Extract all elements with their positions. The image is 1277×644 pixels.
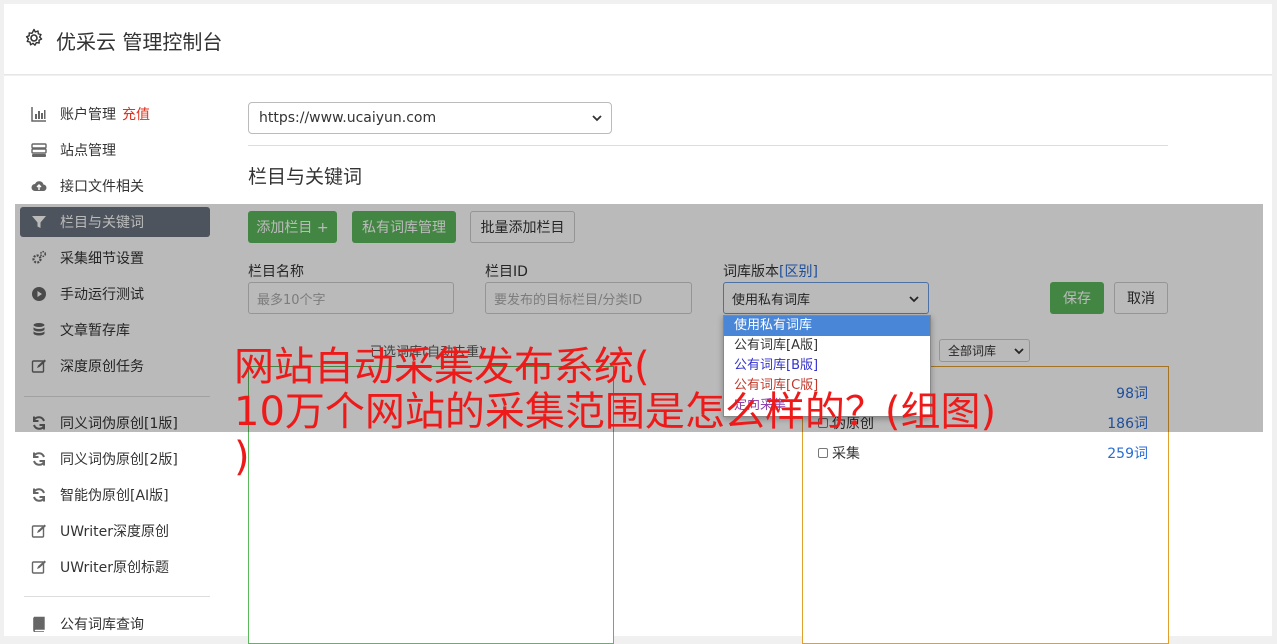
sidebar-item-uwriter-deep[interactable]: UWriter深度原创 (20, 516, 210, 546)
header-bar: 优采云 管理控制台 (4, 4, 1272, 75)
bar-chart-icon (31, 106, 47, 122)
book-icon (31, 616, 47, 632)
refresh-icon (31, 487, 47, 503)
recharge-link[interactable]: 充值 (122, 104, 150, 124)
keyword-count: 259词 (1107, 446, 1148, 462)
chevron-down-icon (592, 115, 602, 122)
edit-icon (31, 523, 47, 539)
banner-line-3: ) (234, 434, 250, 480)
edit-icon (31, 559, 47, 575)
app-title: 优采云 管理控制台 (56, 30, 223, 54)
overlay-banner: 网站自动采集发布系统( 10万个网站的采集范围是怎么样的？(组图) ) (234, 345, 1054, 480)
divider (248, 145, 1168, 146)
site-select[interactable]: https://www.ucaiyun.com (248, 102, 612, 134)
gear-icon (25, 28, 43, 46)
sidebar-divider (24, 596, 210, 597)
sidebar-item-label: 公有词库查询 (60, 617, 144, 633)
sidebar-item-label: 同义词伪原创[2版] (60, 452, 178, 468)
server-icon (31, 142, 47, 158)
sidebar-item-label: 接口文件相关 (60, 179, 144, 195)
sidebar-item-label: 智能伪原创[AI版] (60, 488, 169, 504)
sidebar-item-label: UWriter原创标题 (60, 560, 169, 576)
sidebar-item-ai-rewrite[interactable]: 智能伪原创[AI版] (20, 480, 210, 510)
sidebar-item-uwriter-title[interactable]: UWriter原创标题 (20, 552, 210, 582)
banner-line-2: 10万个网站的采集范围是怎么样的？(组图) (234, 389, 997, 435)
refresh-icon (31, 451, 47, 467)
sidebar-item-account[interactable]: 账户管理 充值 (20, 99, 210, 129)
cloud-upload-icon (31, 178, 47, 194)
sidebar-item-label: UWriter深度原创 (60, 524, 169, 540)
sidebar-item-label: 站点管理 (60, 143, 116, 159)
sidebar-item-label: 账户管理 (60, 107, 116, 123)
sidebar-item-sites[interactable]: 站点管理 (20, 135, 210, 165)
banner-line-1: 网站自动采集发布系统( (234, 344, 650, 390)
site-select-value: https://www.ucaiyun.com (259, 110, 437, 126)
sidebar-item-public-lib[interactable]: 公有词库查询 (20, 609, 210, 639)
sidebar-item-interface[interactable]: 接口文件相关 (20, 171, 210, 201)
section-title: 栏目与关键词 (248, 166, 363, 188)
dropdown-option-private[interactable]: 使用私有词库 (724, 316, 930, 336)
sidebar-item-synonym-v2[interactable]: 同义词伪原创[2版] (20, 444, 210, 474)
